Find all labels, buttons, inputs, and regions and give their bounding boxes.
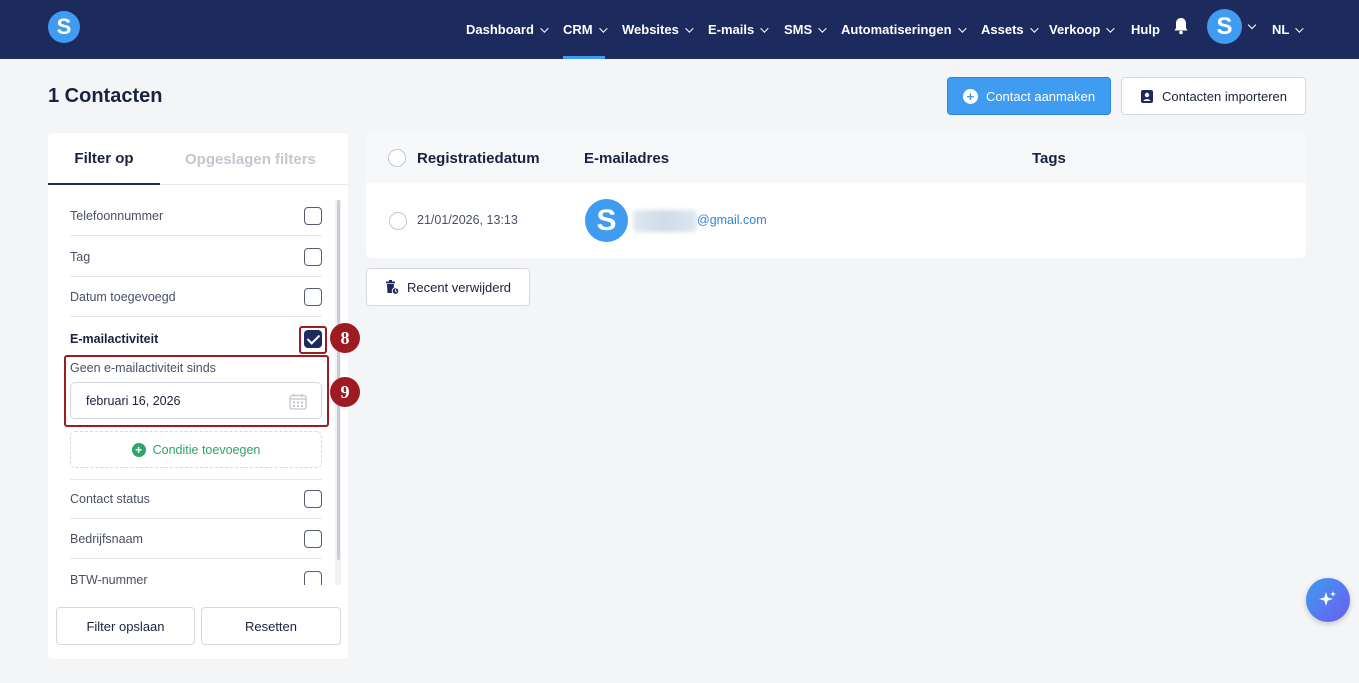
filter-checkbox[interactable]	[304, 490, 322, 508]
nav-emails[interactable]: E-mails	[708, 0, 769, 59]
filter-item-label: E-mailactiviteit	[70, 332, 159, 346]
language-selector[interactable]: NL	[1272, 0, 1305, 59]
nav-assets[interactable]: Assets	[981, 0, 1039, 59]
chevron-down-icon	[957, 23, 967, 33]
filter-item-tag[interactable]: Tag	[70, 237, 322, 277]
nav-emails-label: E-mails	[708, 22, 755, 37]
ai-assistant-button[interactable]	[1306, 578, 1350, 622]
annotation-marker-9: 9	[330, 377, 360, 407]
reset-filter-button[interactable]: Resetten	[201, 607, 341, 645]
chevron-down-icon	[1295, 23, 1305, 33]
chevron-down-icon	[598, 23, 608, 33]
chevron-down-icon	[760, 23, 769, 33]
filter-tabs: Filter op Opgeslagen filters	[48, 133, 348, 185]
chevron-down-icon	[1106, 23, 1115, 33]
column-header-tags[interactable]: Tags	[1032, 133, 1066, 183]
nav-automations[interactable]: Automatiseringen	[841, 0, 967, 59]
filter-item-label: Telefoonnummer	[70, 208, 164, 223]
tab-saved-filters[interactable]: Opgeslagen filters	[185, 133, 316, 185]
recently-deleted-label: Recent verwijderd	[406, 279, 512, 295]
filter-item-contact-status[interactable]: Contact status	[70, 479, 322, 519]
add-condition-label: Conditie toevoegen	[152, 442, 261, 457]
contacts-table: Registratiedatum E-mailadres Tags 21/01/…	[366, 133, 1306, 258]
column-header-registration-date[interactable]: Registratiedatum	[417, 133, 540, 183]
nav-dashboard-label: Dashboard	[466, 22, 534, 37]
filter-item-phone[interactable]: Telefoonnummer	[70, 199, 322, 236]
divider	[70, 479, 322, 480]
nav-websites-label: Websites	[622, 22, 679, 37]
trash-clock-icon	[385, 279, 399, 295]
top-navigation-bar: S Dashboard CRM Websites E-mails SMS Aut…	[0, 0, 1359, 59]
filter-item-date-added[interactable]: Datum toegevoegd	[70, 277, 322, 317]
filter-item-label: Tag	[70, 249, 91, 264]
add-condition-button[interactable]: + Conditie toevoegen	[70, 431, 322, 468]
nav-sms[interactable]: SMS	[784, 0, 827, 59]
nav-help[interactable]: Hulp	[1131, 0, 1160, 59]
select-all-radio[interactable]	[388, 149, 406, 167]
nav-crm-label: CRM	[563, 22, 593, 37]
nav-help-label: Hulp	[1131, 22, 1160, 37]
chevron-down-icon	[540, 23, 549, 33]
column-header-email[interactable]: E-mailadres	[584, 133, 669, 183]
plus-circle-icon: +	[962, 88, 978, 104]
nav-assets-label: Assets	[981, 22, 1024, 37]
filter-checkbox[interactable]	[304, 571, 322, 585]
nav-dashboard[interactable]: Dashboard	[466, 0, 549, 59]
plus-circle-icon: +	[131, 442, 146, 457]
chevron-down-icon[interactable]	[1247, 20, 1257, 30]
chevron-down-icon	[685, 23, 694, 33]
annotation-highlight-checkbox	[299, 326, 327, 354]
filter-item-email-activity[interactable]: E-mailactiviteit	[70, 319, 322, 359]
import-contacts-button[interactable]: Contacten importeren	[1121, 77, 1306, 115]
page-title: 1 Contacten	[48, 85, 163, 107]
brand-logo[interactable]: S	[48, 11, 80, 43]
redacted-email-blur	[633, 210, 697, 232]
registration-date-cell: 21/01/2026, 13:13	[417, 213, 518, 227]
create-contact-button[interactable]: + Contact aanmaken	[947, 77, 1111, 115]
contact-card-icon	[1140, 89, 1153, 103]
filter-item-vat-number[interactable]: BTW-nummer	[70, 560, 322, 585]
nav-websites[interactable]: Websites	[622, 0, 694, 59]
create-contact-label: Contact aanmaken	[985, 88, 1096, 104]
filter-item-company-name[interactable]: Bedrijfsnaam	[70, 519, 322, 559]
language-label: NL	[1272, 22, 1290, 37]
annotation-highlight-date-field	[64, 355, 329, 427]
annotation-marker-8: 8	[330, 323, 360, 353]
nav-crm[interactable]: CRM	[563, 0, 608, 59]
bell-icon[interactable]	[1173, 17, 1189, 35]
sparkle-icon	[1319, 591, 1336, 606]
filter-item-label: Datum toegevoegd	[70, 289, 176, 304]
save-filter-button[interactable]: Filter opslaan	[56, 607, 195, 645]
filter-item-label: Contact status	[70, 491, 150, 506]
filter-checkbox[interactable]	[304, 248, 322, 266]
filter-checkbox[interactable]	[304, 207, 322, 225]
nav-automations-label: Automatiseringen	[841, 22, 952, 37]
nav-sales[interactable]: Verkoop	[1049, 0, 1115, 59]
import-contacts-label: Contacten importeren	[1161, 88, 1287, 104]
email-cell-link[interactable]: @gmail.com	[697, 213, 767, 227]
filter-item-label: Bedrijfsnaam	[70, 531, 143, 546]
user-avatar[interactable]: S	[1207, 9, 1242, 44]
chevron-down-icon	[818, 23, 827, 33]
filter-checkbox[interactable]	[304, 530, 322, 548]
row-select-radio[interactable]	[389, 212, 407, 230]
contact-avatar: S	[585, 199, 628, 242]
table-header: Registratiedatum E-mailadres Tags	[366, 133, 1306, 183]
tab-filter-by[interactable]: Filter op	[48, 133, 160, 185]
filter-item-label: BTW-nummer	[70, 573, 148, 585]
filter-checkbox[interactable]	[304, 288, 322, 306]
nav-sales-label: Verkoop	[1049, 22, 1101, 37]
nav-sms-label: SMS	[784, 22, 813, 37]
recently-deleted-button[interactable]: Recent verwijderd	[366, 268, 530, 306]
chevron-down-icon	[1029, 23, 1039, 33]
